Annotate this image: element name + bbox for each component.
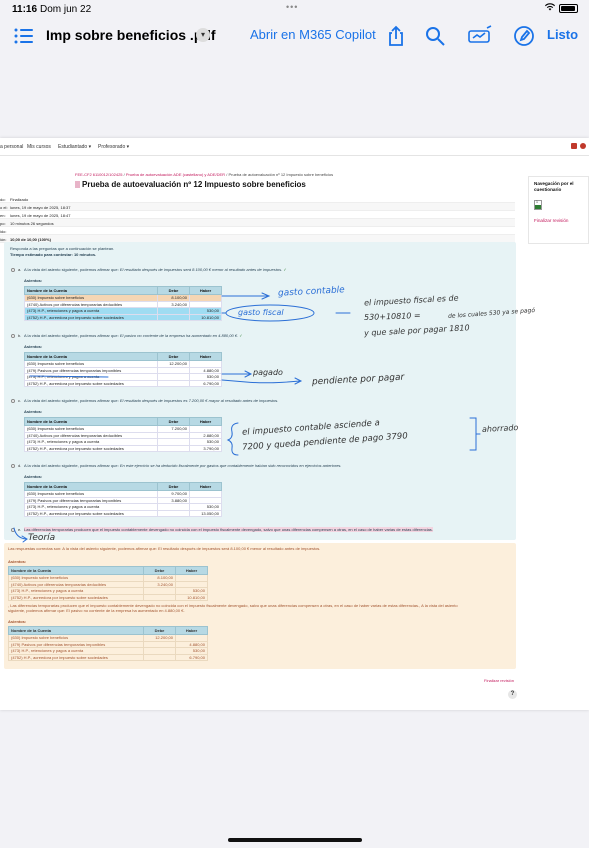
option-e-radio[interactable]: [11, 528, 15, 532]
quiz-navigation-title: Navegación por el cuestionario: [534, 181, 574, 192]
question-nav-number: 1: [536, 200, 538, 204]
breadcrumb-current: Prueba de autoevaluación nº 12 Impuesto …: [228, 172, 334, 177]
wifi-icon: [545, 3, 555, 11]
markup-icon[interactable]: [467, 24, 493, 48]
option-d-text: A la vista del asiento siguiente, podemo…: [24, 463, 342, 468]
search-icon[interactable]: [423, 24, 447, 48]
status-time: 11:16: [12, 4, 38, 15]
share-icon[interactable]: [384, 24, 408, 48]
note-gasto-fiscal: gasto fiscal: [238, 308, 284, 317]
quiz-icon: [75, 181, 80, 188]
open-in-m365-button[interactable]: Abrir en M365 Copilot: [250, 27, 376, 42]
note-ahorrado: ahorrado: [481, 423, 519, 434]
nav-item-dashboard[interactable]: a personal: [0, 144, 23, 150]
feedback-block: Las respuestas correctas son: A la vista…: [4, 543, 516, 669]
help-icon[interactable]: ?: [508, 690, 517, 699]
pencil-icon[interactable]: [512, 24, 536, 48]
page-title: Prueba de autoevaluación nº 12 Impuesto …: [82, 180, 306, 189]
note-pagado: pagado: [253, 368, 283, 377]
entry-table-a: Nombre de la Cuenta Debe Haber (630) Impue…: [24, 286, 222, 321]
breadcrumb-section[interactable]: Prueba de autoevaluación ADE (castellano…: [126, 172, 225, 177]
table-row: (4752) H.P., acreedora por impuesto sobr…: [8, 593, 208, 601]
message-icon[interactable]: [580, 143, 586, 149]
question-block: Responda a las preguntas que a continuac…: [4, 242, 516, 540]
battery-icon: [559, 4, 578, 13]
chevron-down-icon[interactable]: ▾: [196, 28, 210, 42]
option-a-text: A la vista del asiento siguiente, podemo…: [24, 267, 287, 272]
table-row: (4752) H.P., acreedora por impuesto sobr…: [24, 379, 222, 387]
nav-item-courses[interactable]: Mis cursos: [27, 144, 51, 150]
entry-table-b: Nombre de la Cuenta Debe Haber (630) Impue…: [24, 352, 222, 387]
done-button[interactable]: Listo: [547, 27, 578, 42]
nav-item-students[interactable]: Estudiantado ▾: [58, 144, 91, 150]
status-date: Dom jun 22: [40, 4, 92, 15]
breadcrumb: FEE-CF2 6110012/102425 / Prueba de autoe…: [75, 172, 334, 177]
feedback-table-2: Nombre de la Cuenta Debe Haber (630) Impue…: [8, 626, 208, 661]
option-d-radio[interactable]: [11, 464, 15, 468]
breadcrumb-course[interactable]: FEE-CF2 6110012/102425: [75, 172, 123, 177]
moodle-navbar: a personal Mis cursos Estudiantado ▾ Pro…: [0, 138, 589, 156]
notification-icon[interactable]: [571, 143, 577, 149]
check-icon: ✓: [283, 267, 287, 272]
table-row: (4752) H.P., acreedora por impuesto sobr…: [24, 509, 222, 517]
check-icon: ✓: [239, 333, 243, 338]
summary-row: o el: lunes, 19 de mayo de 2025, 18:37: [0, 203, 515, 211]
attempt-summary: do: Finalizado o el: lunes, 19 de mayo de …: [0, 195, 515, 243]
table-row: (4752) H.P., acreedora por impuesto sobr…: [8, 653, 208, 661]
nav-item-teachers[interactable]: Profesorado ▾: [98, 144, 129, 150]
multitask-dots[interactable]: •••: [286, 2, 298, 12]
question-intro: Responda a las preguntas que a continuac…: [10, 246, 115, 257]
document-title[interactable]: Imp sobre beneficios .pdf: [46, 27, 216, 43]
entry-table-c: Nombre de la Cuenta Debe Haber (630) Impue…: [24, 417, 222, 452]
home-indicator[interactable]: [228, 838, 362, 842]
option-e-text: Las diferencias temporarias producen que…: [24, 527, 433, 532]
entry-table-d: Nombre de la Cuenta Debe Haber (630) Impue…: [24, 482, 222, 517]
summary-row: po: 10 minutos 26 segundos: [0, 219, 515, 227]
finish-review-link[interactable]: Finalizar revisión: [534, 218, 568, 223]
feedback-table-1: Nombre de la Cuenta Debe Haber (630) Impue…: [8, 566, 208, 601]
option-a-radio[interactable]: [11, 268, 15, 272]
note-teoria: Teoría: [28, 533, 56, 543]
feedback-middle-text: , Las diferencias temporarias producen q…: [8, 603, 458, 613]
table-row: (4752) H.P., acreedora por impuesto sobr…: [24, 313, 222, 321]
summary-row: en: lunes, 19 de mayo de 2025, 18:47: [0, 211, 515, 219]
summary-row: ido:: [0, 227, 515, 235]
viewer-toolbar: Imp sobre beneficios .pdf ▾ Abrir en M36…: [0, 20, 589, 52]
table-row: (4752) H.P., acreedora por impuesto sobr…: [24, 444, 222, 452]
list-icon[interactable]: [12, 24, 36, 48]
option-c-text: A la vista del asiento siguiente, podemo…: [24, 398, 279, 403]
summary-row: do: Finalizado: [0, 195, 515, 203]
status-bar: 11:16 Dom jun 22 •••: [0, 0, 589, 20]
option-c-radio[interactable]: [11, 399, 15, 403]
finish-review-link-bottom[interactable]: Finalizar revisión: [484, 678, 514, 683]
option-b-text: A la vista del asiento siguiente, podemo…: [24, 333, 243, 338]
correct-answer-text: Las respuestas correctas son: A la vista…: [8, 546, 321, 551]
option-b-radio[interactable]: [11, 334, 15, 338]
